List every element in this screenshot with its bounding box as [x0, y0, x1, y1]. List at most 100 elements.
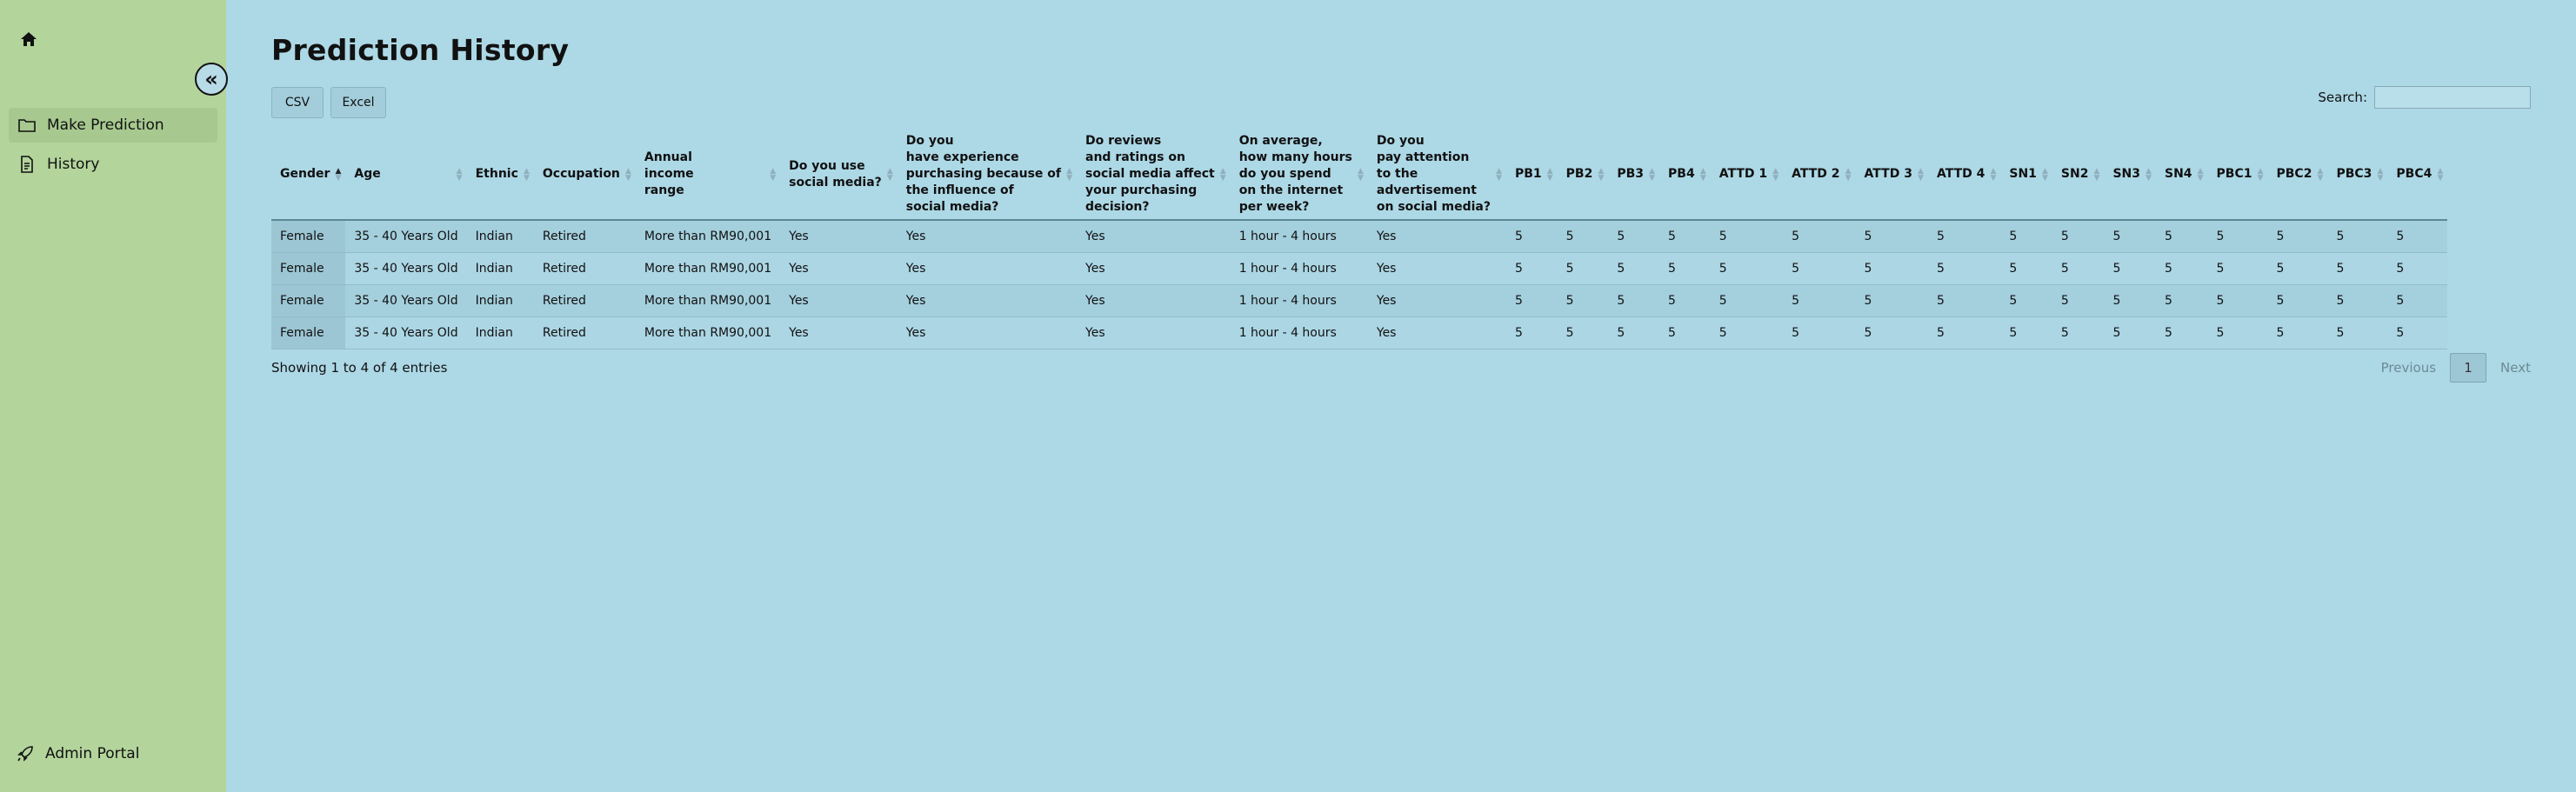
column-header-label: Ethnic	[475, 167, 518, 181]
column-header[interactable]: Do you have experience purchasing becaus…	[897, 130, 1078, 221]
collapse-sidebar-button[interactable]: «	[195, 63, 228, 96]
table-cell: Yes	[1077, 284, 1231, 317]
column-header[interactable]: PB1 ▲ ▼	[1505, 130, 1558, 221]
home-icon[interactable]	[19, 30, 38, 49]
table-cell: 5	[2052, 316, 2105, 349]
column-header[interactable]: ATTD 2 ▲ ▼	[1783, 130, 1856, 221]
column-header-label: PBC3	[2336, 167, 2372, 181]
column-header[interactable]: Do you pay attention to the advertisemen…	[1367, 130, 1506, 221]
column-header[interactable]: Age ▲ ▼	[345, 130, 467, 221]
sort-arrows-icon: ▲ ▼	[770, 166, 777, 183]
next-page-button[interactable]: Next	[2500, 360, 2531, 376]
table-cell: 5	[2387, 316, 2448, 349]
table-cell: 5	[2327, 316, 2388, 349]
column-header[interactable]: SN1 ▲ ▼	[2000, 130, 2052, 221]
sort-arrows-icon: ▲ ▼	[624, 166, 631, 183]
main-content: Prediction History CSV Excel Search: Gen…	[226, 0, 2576, 792]
column-header[interactable]: ATTD 3 ▲ ▼	[1855, 130, 1928, 221]
admin-portal-link[interactable]: Admin Portal	[9, 744, 139, 763]
sidebar-item-history[interactable]: History	[9, 147, 217, 182]
sidebar-item-label: History	[47, 156, 100, 173]
table-cell: Indian	[466, 316, 534, 349]
sort-arrows-icon: ▲ ▼	[1699, 166, 1706, 183]
sidebar-item-make-prediction[interactable]: Make Prediction	[9, 108, 217, 143]
column-header[interactable]: ATTD 4 ▲ ▼	[1927, 130, 2001, 221]
table-cell: 5	[2156, 316, 2208, 349]
search-container: Search:	[2318, 86, 2531, 109]
table-cell: 5	[2000, 316, 2052, 349]
table-cell: 5	[2387, 220, 2448, 253]
table-cell: 5	[1505, 316, 1558, 349]
sort-arrows-icon: ▲ ▼	[1219, 166, 1226, 183]
table-row: Female 35 - 40 Years Old Indian Retired More…	[271, 316, 2448, 349]
table-cell: 5	[1557, 252, 1609, 285]
column-header[interactable]: On average, how many hours do you spend …	[1230, 130, 1368, 221]
column-header[interactable]: PBC4 ▲ ▼	[2387, 130, 2448, 221]
table-cell: 5	[1608, 284, 1660, 317]
table-cell: 5	[1927, 220, 2001, 253]
column-header-label: ATTD 4	[1936, 167, 1985, 181]
sort-arrows-icon: ▲ ▼	[2093, 166, 2100, 183]
column-header[interactable]: Occupation ▲ ▼	[533, 130, 636, 221]
table-cell: Female	[271, 284, 346, 317]
table-cell: 5	[1927, 316, 2001, 349]
table-cell: 5	[2156, 252, 2208, 285]
table-cell: 5	[2000, 220, 2052, 253]
table-row: Female 35 - 40 Years Old Indian Retired More…	[271, 220, 2448, 253]
table-cell: 5	[1710, 220, 1784, 253]
table-cell: Retired	[533, 220, 636, 253]
prediction-history-table: Gender ▲ ▼ Age ▲ ▼ Ethnic ▲ ▼ Occupation ▲ ▼ Annual …	[271, 130, 2448, 349]
csv-export-button[interactable]: CSV	[271, 87, 324, 118]
admin-portal-label: Admin Portal	[45, 745, 140, 762]
table-cell: 5	[2387, 252, 2448, 285]
table-cell: 5	[2156, 220, 2208, 253]
previous-page-button[interactable]: Previous	[2381, 360, 2436, 376]
column-header[interactable]: PB3 ▲ ▼	[1608, 130, 1660, 221]
column-header[interactable]: SN2 ▲ ▼	[2052, 130, 2105, 221]
column-header-label: Annual income range	[644, 150, 694, 197]
table-cell: 5	[2000, 284, 2052, 317]
table-cell: Yes	[1077, 316, 1231, 349]
table-cell: 5	[2267, 284, 2328, 317]
table-cell: More than RM90,001	[635, 316, 781, 349]
column-header[interactable]: SN4 ▲ ▼	[2156, 130, 2208, 221]
column-header[interactable]: Do reviews and ratings on social media a…	[1077, 130, 1231, 221]
search-input[interactable]	[2374, 86, 2531, 109]
column-header-label: Occupation	[542, 167, 620, 181]
sidebar: « Make Prediction History Admin Portal	[0, 0, 228, 792]
table-cell: 5	[2104, 220, 2156, 253]
page-1-button[interactable]: 1	[2450, 353, 2487, 383]
sort-arrows-icon: ▲ ▼	[2317, 166, 2324, 183]
column-header-label: PB4	[1668, 167, 1695, 181]
column-header[interactable]: Gender ▲ ▼	[271, 130, 346, 221]
column-header-label: Do you pay attention to the advertisemen…	[1376, 134, 1491, 214]
column-header[interactable]: Ethnic ▲ ▼	[466, 130, 534, 221]
table-cell: Retired	[533, 252, 636, 285]
table-cell: 5	[1557, 284, 1609, 317]
column-header[interactable]: PBC1 ▲ ▼	[2207, 130, 2268, 221]
column-header[interactable]: PB2 ▲ ▼	[1557, 130, 1609, 221]
column-header-label: ATTD 2	[1792, 167, 1840, 181]
table-cell: 1 hour - 4 hours	[1230, 220, 1368, 253]
column-header-label: SN2	[2060, 167, 2089, 181]
column-header[interactable]: ATTD 1 ▲ ▼	[1710, 130, 1784, 221]
column-header[interactable]: PBC2 ▲ ▼	[2267, 130, 2328, 221]
excel-export-button[interactable]: Excel	[330, 87, 386, 118]
table-cell: Female	[271, 316, 346, 349]
table-cell: 5	[2267, 316, 2328, 349]
table-cell: More than RM90,001	[635, 252, 781, 285]
table-cell: Indian	[466, 284, 534, 317]
table-cell: 5	[2000, 252, 2052, 285]
column-header[interactable]: Annual income range ▲ ▼	[635, 130, 781, 221]
sort-arrows-icon: ▲ ▼	[2146, 166, 2152, 183]
table-cell: 5	[2052, 252, 2105, 285]
sort-arrows-icon: ▲ ▼	[1598, 166, 1605, 183]
column-header-label: Gender	[280, 167, 330, 181]
column-header[interactable]: PB4 ▲ ▼	[1659, 130, 1711, 221]
table-cell: 5	[2104, 252, 2156, 285]
column-header[interactable]: PBC3 ▲ ▼	[2327, 130, 2388, 221]
table-cell: 5	[2207, 252, 2268, 285]
column-header[interactable]: Do you use social media? ▲ ▼	[780, 130, 898, 221]
table-cell: 5	[1659, 220, 1711, 253]
column-header[interactable]: SN3 ▲ ▼	[2104, 130, 2156, 221]
